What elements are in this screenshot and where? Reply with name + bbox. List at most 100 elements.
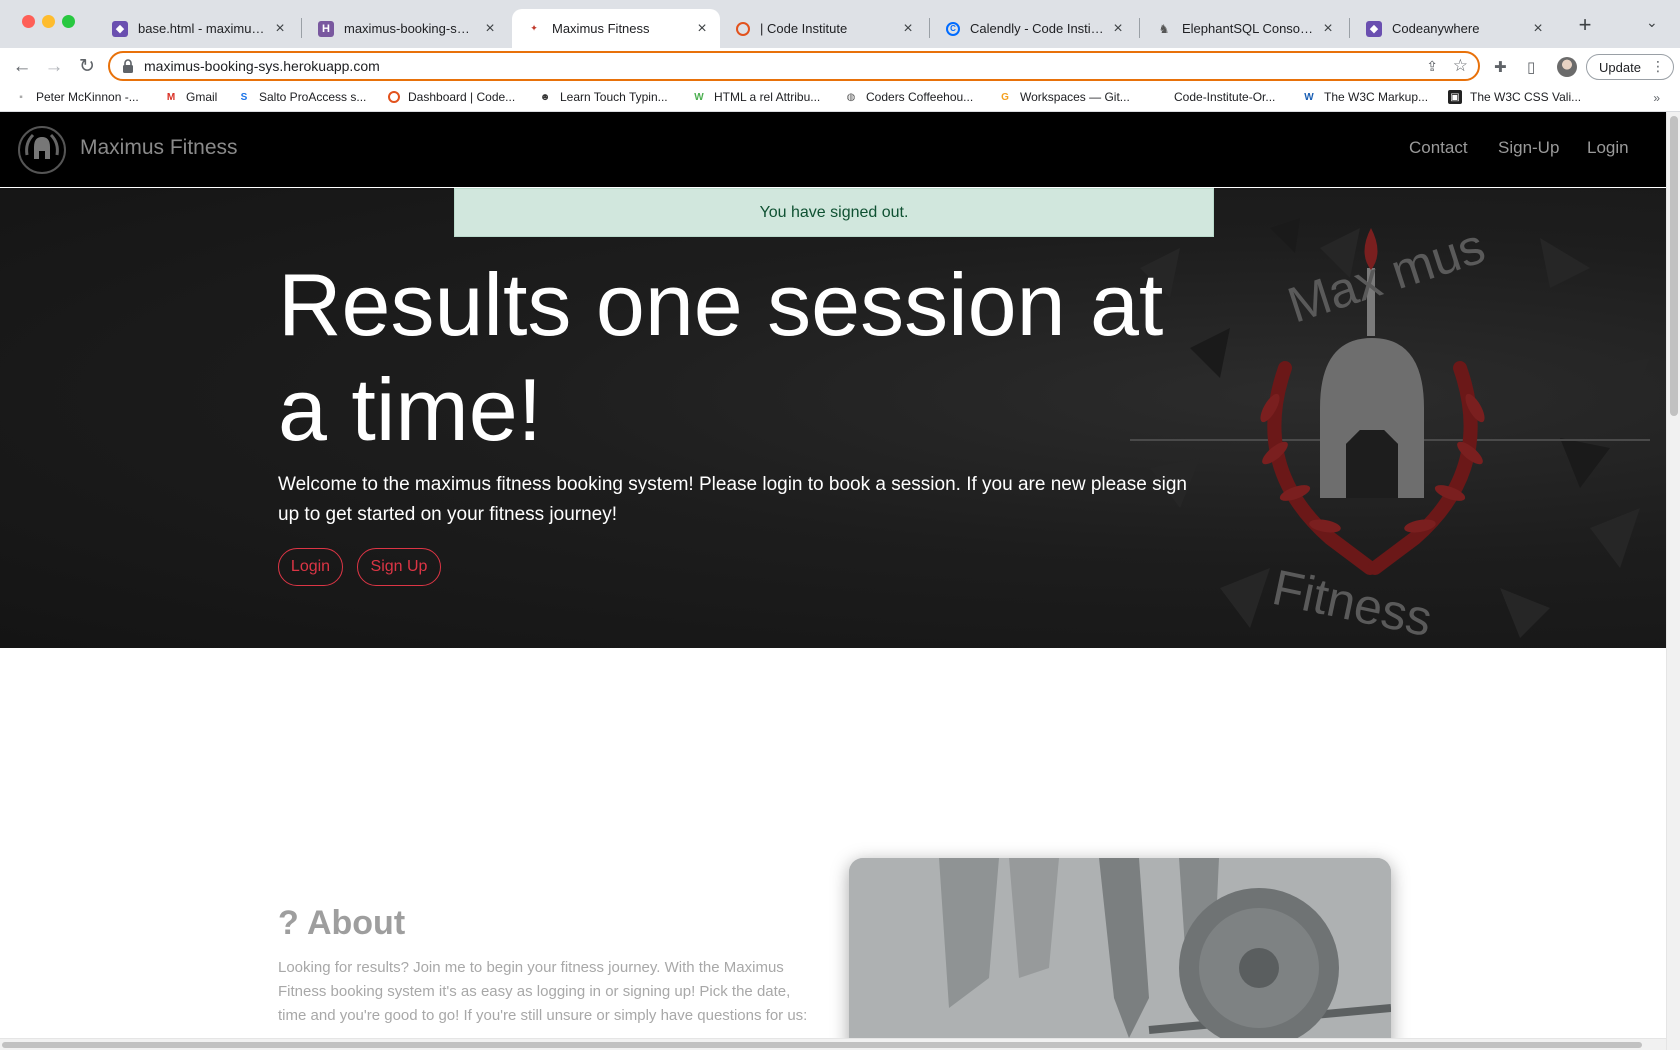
logo-top-text: Max mus xyxy=(1281,218,1491,334)
close-icon[interactable]: × xyxy=(272,20,288,38)
hero-welcome-text: Welcome to the maximus fitness booking s… xyxy=(278,474,1187,525)
bookmark-item[interactable]: M Gmail xyxy=(164,90,218,104)
hero-title: Results one session at a time! xyxy=(278,255,1164,459)
kebab-menu-icon[interactable]: ⋮ xyxy=(1651,58,1665,75)
nav-login-link[interactable]: Login xyxy=(1587,138,1629,158)
tab-title: ElephantSQL Console ma xyxy=(1182,21,1314,36)
w3c-icon: W xyxy=(1304,91,1314,103)
tab-title: Maximus Fitness xyxy=(552,21,650,36)
hero-signup-button[interactable]: Sign Up xyxy=(357,548,441,586)
share-icon[interactable]: ⇪ xyxy=(1426,58,1438,75)
close-icon[interactable]: × xyxy=(694,20,710,38)
elephant-icon: ♞ xyxy=(1158,21,1170,36)
tab-maximus-fitness[interactable]: ✦ Maximus Fitness × xyxy=(512,9,720,48)
update-label: Update xyxy=(1599,59,1641,75)
about-text: Looking for results? Join me to begin yo… xyxy=(278,959,808,1024)
minimize-window-button[interactable] xyxy=(42,15,55,28)
scrollbar-thumb[interactable] xyxy=(1670,116,1678,416)
close-icon[interactable]: × xyxy=(1530,20,1546,38)
bookmark-label: Dashboard | Code... xyxy=(408,90,516,104)
tab-code-institute[interactable]: | Code Institute × xyxy=(722,9,926,48)
bookmark-item[interactable]: ◍ Coders Coffeehou... xyxy=(844,90,974,104)
bookmark-item[interactable]: S Salto ProAccess s... xyxy=(237,90,367,104)
tab-title: maximus-booking-sys · A xyxy=(344,21,476,36)
tab-elephantsql[interactable]: ♞ ElephantSQL Console ma × xyxy=(1142,9,1346,48)
bookmark-label: Workspaces — Git... xyxy=(1020,90,1130,104)
tab-calendly[interactable]: C Calendly - Code Institute × xyxy=(932,9,1136,48)
forward-arrow-icon[interactable]: → xyxy=(42,55,66,79)
back-arrow-icon[interactable]: ← xyxy=(10,55,34,79)
cube-icon: ◆ xyxy=(1366,20,1382,37)
bookmark-label: The W3C Markup... xyxy=(1324,90,1429,104)
bookmark-label: Learn Touch Typin... xyxy=(560,90,668,104)
spartan-helmet-logo-icon[interactable] xyxy=(17,125,67,175)
bookmark-label: Peter McKinnon -... xyxy=(36,90,139,104)
bookmark-item[interactable]: G Workspaces — Git... xyxy=(998,90,1130,104)
tab-codeanywhere[interactable]: ◆ Codeanywhere × xyxy=(1352,9,1556,48)
tab-separator xyxy=(1349,18,1350,38)
scrollbar-thumb[interactable] xyxy=(2,1042,1642,1048)
address-bar[interactable]: maximus-booking-sys.herokuapp.com ⇪ ☆ xyxy=(108,51,1480,81)
close-window-button[interactable] xyxy=(22,15,35,28)
globe-icon: ◍ xyxy=(846,91,856,103)
close-icon[interactable]: × xyxy=(900,20,916,38)
bookmark-item[interactable]: ▪ Peter McKinnon -... xyxy=(14,90,139,104)
profile-avatar[interactable] xyxy=(1557,57,1577,77)
vertical-scrollbar[interactable] xyxy=(1666,112,1680,1050)
side-panel-icon[interactable]: ▯ xyxy=(1527,58,1535,76)
horizontal-scrollbar[interactable] xyxy=(0,1038,1666,1050)
tab-base-html[interactable]: ◆ base.html - maximusfitness × xyxy=(98,9,298,48)
salto-icon: S xyxy=(240,91,248,103)
barbell-image-icon xyxy=(849,858,1391,1050)
bookmark-item[interactable]: ☻ Learn Touch Typin... xyxy=(538,90,668,104)
gmail-icon: M xyxy=(166,91,176,103)
w3c-css-icon: ▣ xyxy=(1448,90,1462,104)
tab-title: Calendly - Code Institute xyxy=(970,21,1104,36)
close-icon[interactable]: × xyxy=(1110,20,1126,38)
w3schools-icon: W xyxy=(694,91,704,103)
cube-icon: ◆ xyxy=(112,20,128,37)
star-icon[interactable]: ☆ xyxy=(1453,56,1468,76)
signed-out-alert: You have signed out. xyxy=(454,188,1214,237)
maximize-window-button[interactable] xyxy=(62,15,75,28)
hero-login-button[interactable]: Login xyxy=(278,548,343,586)
logo-bottom-text: Fitness xyxy=(1268,559,1437,647)
close-icon[interactable]: × xyxy=(482,20,498,38)
heroku-icon: H xyxy=(318,20,334,37)
bookmark-item[interactable]: Code-Institute-Or... xyxy=(1174,90,1275,104)
brand-name[interactable]: Maximus Fitness xyxy=(80,136,238,160)
update-button[interactable]: Update ⋮ xyxy=(1586,54,1674,80)
maximus-logo-background-icon: Max mus Fitness xyxy=(1130,218,1650,647)
tab-title: | Code Institute xyxy=(760,21,848,36)
reload-icon[interactable]: ↻ xyxy=(75,55,99,79)
bookmark-label: HTML a rel Attribu... xyxy=(714,90,821,104)
tab-separator xyxy=(929,18,930,38)
browser-tab-bar: ◆ base.html - maximusfitness × H maximus… xyxy=(0,0,1680,48)
tab-title: Codeanywhere xyxy=(1392,21,1480,36)
tab-list-chevron-icon[interactable]: ⌄ xyxy=(1646,14,1658,31)
new-tab-button[interactable]: + xyxy=(1572,13,1598,39)
code-institute-icon xyxy=(388,91,400,103)
bookmark-label: Coders Coffeehou... xyxy=(866,90,974,104)
nav-contact-link[interactable]: Contact xyxy=(1409,138,1468,158)
page-viewport: Maximus Fitness Contact Sign-Up Login Ma… xyxy=(0,112,1680,1050)
bookmark-label: The W3C CSS Vali... xyxy=(1470,90,1582,104)
browser-toolbar: ← → ↻ maximus-booking-sys.herokuapp.com … xyxy=(0,48,1680,86)
maximus-favicon-icon: ✦ xyxy=(530,23,538,33)
bookmark-item[interactable]: Dashboard | Code... xyxy=(388,90,515,104)
bookmark-item[interactable]: W HTML a rel Attribu... xyxy=(692,90,820,104)
more-bookmarks-icon[interactable]: » xyxy=(1653,91,1660,105)
puzzle-icon[interactable]: ✚ xyxy=(1494,58,1507,76)
bookmark-item[interactable]: ▣ The W3C CSS Vali... xyxy=(1448,90,1581,104)
tab-title: base.html - maximusfitness xyxy=(138,21,266,36)
bookmark-label: Code-Institute-Or... xyxy=(1174,90,1276,104)
close-icon[interactable]: × xyxy=(1320,20,1336,38)
code-institute-icon xyxy=(736,21,750,36)
tab-heroku[interactable]: H maximus-booking-sys · A × xyxy=(304,9,508,48)
calendly-icon: C xyxy=(946,21,960,36)
tab-separator xyxy=(1139,18,1140,38)
bookmark-item[interactable]: W The W3C Markup... xyxy=(1302,90,1428,104)
deadlift-photo xyxy=(849,858,1391,1050)
nav-signup-link[interactable]: Sign-Up xyxy=(1498,138,1559,158)
bookmark-label: Salto ProAccess s... xyxy=(259,90,367,104)
